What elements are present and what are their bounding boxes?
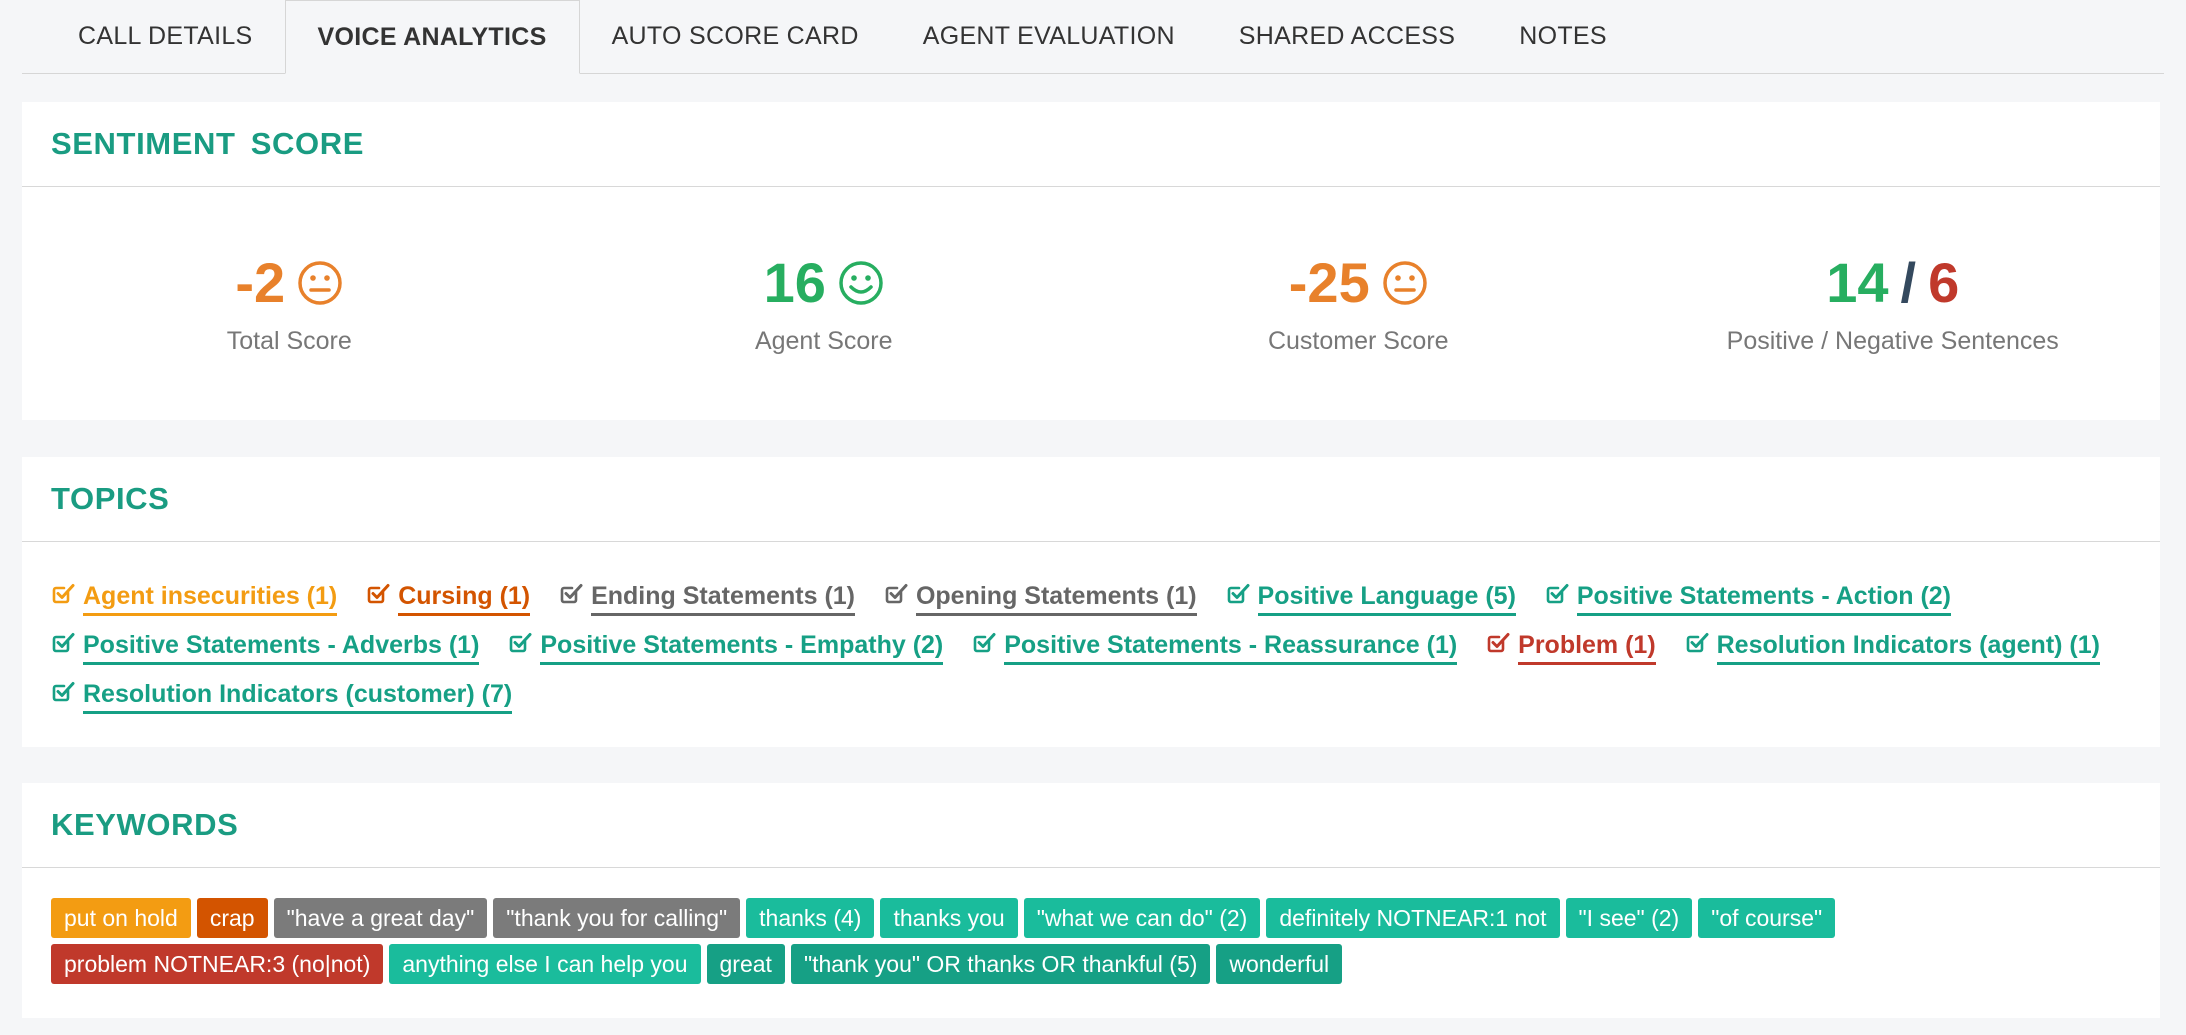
keyword-tag[interactable]: crap: [196, 898, 268, 938]
topic-item[interactable]: Resolution Indicators (customer) (7): [51, 679, 513, 714]
tab-call-details[interactable]: CALL DETAILS: [22, 0, 285, 73]
checkbox-checked-icon[interactable]: [366, 581, 390, 605]
topics-list: Agent insecurities (1) Cursing (1) Endin…: [22, 542, 2160, 719]
topic-label[interactable]: Positive Statements - Empathy (2): [540, 631, 944, 665]
total-score: -2 Total Score: [22, 187, 557, 420]
tab-bar: CALL DETAILS VOICE ANALYTICS AUTO SCORE …: [22, 0, 2164, 74]
sentences-label: Positive / Negative Sentences: [1726, 327, 2059, 355]
agent-score: 16 Agent Score: [557, 187, 1092, 420]
keyword-tag[interactable]: "what we can do" (2): [1023, 898, 1261, 938]
keyword-tag[interactable]: thanks you: [880, 898, 1018, 938]
agent-score-value: 16: [763, 251, 826, 314]
topic-label[interactable]: Positive Statements - Adverbs (1): [83, 631, 480, 665]
topic-label[interactable]: Agent insecurities (1): [83, 582, 338, 616]
topic-item[interactable]: Opening Statements (1): [884, 581, 1197, 616]
positive-sentences-value: 14: [1826, 251, 1889, 314]
smile-face-icon: [839, 261, 883, 305]
keyword-tag[interactable]: wonderful: [1216, 944, 1343, 984]
customer-score-label: Customer Score: [1267, 327, 1449, 355]
topic-label[interactable]: Problem (1): [1518, 631, 1656, 665]
checkbox-checked-icon[interactable]: [51, 679, 75, 703]
sentiment-title: SENTIMENT SCORE: [51, 126, 364, 161]
checkbox-checked-icon[interactable]: [884, 581, 908, 605]
topic-item[interactable]: Positive Statements - Empathy (2): [508, 630, 944, 665]
topic-label[interactable]: Resolution Indicators (customer) (7): [83, 680, 513, 714]
keyword-tag[interactable]: anything else I can help you: [389, 944, 701, 984]
keyword-tag[interactable]: definitely NOTNEAR:1 not: [1266, 898, 1560, 938]
neutral-face-icon: [298, 261, 342, 305]
tab-notes[interactable]: NOTES: [1487, 0, 1639, 73]
topic-item[interactable]: Positive Statements - Adverbs (1): [51, 630, 480, 665]
sentences-separator: /: [1900, 251, 1917, 314]
topic-item[interactable]: Positive Statements - Action (2): [1545, 581, 1952, 616]
tab-auto-score-card[interactable]: AUTO SCORE CARD: [580, 0, 891, 73]
tab-agent-evaluation[interactable]: AGENT EVALUATION: [891, 0, 1207, 73]
tab-voice-analytics[interactable]: VOICE ANALYTICS: [284, 0, 580, 74]
topic-item[interactable]: Agent insecurities (1): [51, 581, 338, 616]
topic-label[interactable]: Ending Statements (1): [591, 582, 856, 616]
topic-item[interactable]: Positive Language (5): [1226, 581, 1516, 616]
keywords-list: put on hold crap "have a great day" "thank …: [51, 898, 2131, 990]
checkbox-checked-icon[interactable]: [508, 630, 532, 654]
keyword-tag[interactable]: "thank you for calling": [493, 898, 741, 938]
keyword-tag[interactable]: thanks (4): [746, 898, 875, 938]
checkbox-checked-icon[interactable]: [51, 630, 75, 654]
checkbox-checked-icon[interactable]: [1486, 630, 1510, 654]
sentiment-header: SENTIMENT SCORE: [22, 102, 2160, 187]
negative-sentences-value: 6: [1928, 251, 1960, 314]
topic-item[interactable]: Resolution Indicators (agent) (1): [1685, 630, 2100, 665]
tab-shared-access[interactable]: SHARED ACCESS: [1207, 0, 1487, 73]
neutral-face-icon: [1382, 261, 1427, 305]
topic-label[interactable]: Opening Statements (1): [915, 582, 1197, 616]
topic-item[interactable]: Positive Statements - Reassurance (1): [972, 630, 1458, 665]
keyword-tag[interactable]: "of course": [1698, 898, 1836, 938]
keyword-tag[interactable]: problem NOTNEAR:3 (no|not): [51, 944, 384, 984]
topic-label[interactable]: Cursing (1): [398, 582, 531, 616]
sentence-counts: 14 / 6 Positive / Negative Sentences: [1626, 187, 2161, 420]
keywords-header: KEYWORDS: [22, 783, 2160, 868]
checkbox-checked-icon[interactable]: [51, 581, 75, 605]
checkbox-checked-icon[interactable]: [972, 630, 996, 654]
topic-item[interactable]: Cursing (1): [366, 581, 531, 616]
total-score-label: Total Score: [226, 327, 352, 355]
checkbox-checked-icon[interactable]: [1226, 581, 1250, 605]
topics-panel: TOPICS Agent insecurities (1) Cursing (1…: [22, 457, 2160, 747]
keyword-tag[interactable]: put on hold: [51, 898, 191, 938]
topic-label[interactable]: Resolution Indicators (agent) (1): [1716, 631, 2100, 665]
keywords-title: KEYWORDS: [51, 807, 239, 842]
topic-item[interactable]: Ending Statements (1): [559, 581, 856, 616]
topics-title: TOPICS: [51, 481, 170, 516]
total-score-value: -2: [235, 251, 286, 314]
keywords-panel: KEYWORDS put on hold crap "have a great da…: [22, 783, 2160, 1018]
customer-score: -25 Customer Score: [1091, 187, 1626, 420]
agent-score-label: Agent Score: [754, 327, 893, 355]
keyword-tag[interactable]: "I see" (2): [1565, 898, 1693, 938]
topic-label[interactable]: Positive Statements - Action (2): [1576, 582, 1952, 616]
customer-score-value: -25: [1288, 251, 1370, 314]
keyword-tag[interactable]: great: [706, 944, 785, 984]
topic-item[interactable]: Problem (1): [1486, 630, 1656, 665]
checkbox-checked-icon[interactable]: [1545, 581, 1569, 605]
checkbox-checked-icon[interactable]: [1685, 630, 1709, 654]
keyword-tag[interactable]: "have a great day": [273, 898, 488, 938]
keyword-tag[interactable]: "thank you" OR thanks OR thankful (5): [790, 944, 1211, 984]
topic-label[interactable]: Positive Statements - Reassurance (1): [1004, 631, 1458, 665]
checkbox-checked-icon[interactable]: [559, 581, 583, 605]
topics-header: TOPICS: [22, 457, 2160, 542]
sentiment-score-panel: SENTIMENT SCORE -2 Total Score 16 Agent …: [22, 102, 2160, 420]
topic-label[interactable]: Positive Language (5): [1257, 582, 1516, 616]
